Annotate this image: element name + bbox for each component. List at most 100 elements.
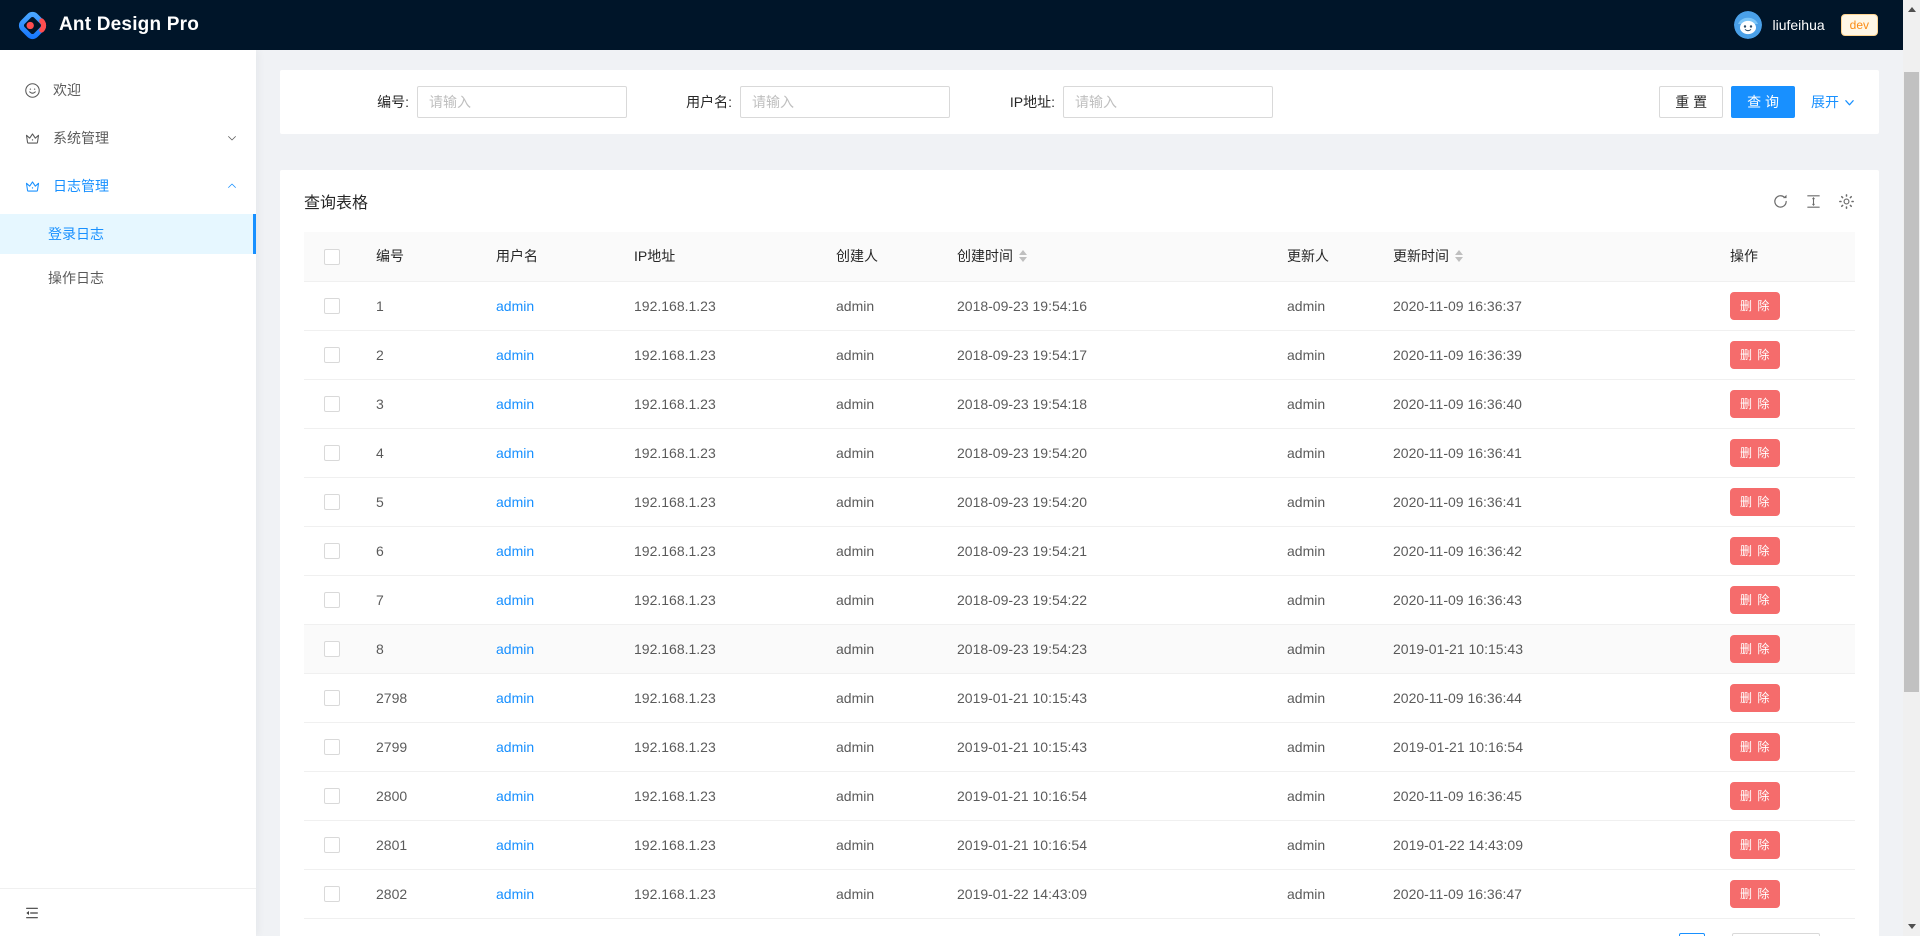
delete-button[interactable]: 删 除 xyxy=(1730,733,1780,761)
row-checkbox[interactable] xyxy=(324,494,340,510)
scrollbar-up-arrow-icon[interactable] xyxy=(1908,7,1916,12)
cell-id: 2 xyxy=(360,330,480,379)
row-checkbox[interactable] xyxy=(324,445,340,461)
username-link[interactable]: admin xyxy=(496,886,534,902)
ip-field-label: IP地址: xyxy=(950,92,1063,112)
cell-ip: 192.168.1.23 xyxy=(618,428,820,477)
cell-updater: admin xyxy=(1271,330,1377,379)
delete-button[interactable]: 删 除 xyxy=(1730,782,1780,810)
cell-id: 3 xyxy=(360,379,480,428)
pagination-page-button[interactable] xyxy=(1679,933,1705,936)
cell-updater: admin xyxy=(1271,869,1377,918)
scrollbar-down-arrow-icon[interactable] xyxy=(1908,924,1916,929)
cell-creator: admin xyxy=(820,673,941,722)
cell-updater: admin xyxy=(1271,575,1377,624)
scrollbar-thumb[interactable] xyxy=(1904,72,1919,692)
cell-updated-time: 2020-11-09 16:36:39 xyxy=(1377,330,1714,379)
row-checkbox[interactable] xyxy=(324,788,340,804)
cell-updated-time: 2020-11-09 16:36:44 xyxy=(1377,673,1714,722)
logo[interactable]: Ant Design Pro xyxy=(16,9,199,42)
cell-updated-time: 2020-11-09 16:36:42 xyxy=(1377,526,1714,575)
column-header-creator: 创建人 xyxy=(820,232,941,281)
sidebar-item-login-log[interactable]: 登录日志 xyxy=(0,214,256,254)
cell-ip: 192.168.1.23 xyxy=(618,771,820,820)
delete-button[interactable]: 删 除 xyxy=(1730,341,1780,369)
cell-updated-time: 2020-11-09 16:36:40 xyxy=(1377,379,1714,428)
delete-button[interactable]: 删 除 xyxy=(1730,880,1780,908)
ip-field[interactable] xyxy=(1063,86,1273,118)
username-link[interactable]: admin xyxy=(496,641,534,657)
cell-updater: admin xyxy=(1271,722,1377,771)
user-avatar[interactable] xyxy=(1734,11,1762,39)
username-link[interactable]: admin xyxy=(496,445,534,461)
username-field[interactable] xyxy=(740,86,950,118)
username-link[interactable]: admin xyxy=(496,298,534,314)
sort-toggle[interactable] xyxy=(1455,250,1463,262)
table-card: 查询表格 xyxy=(280,170,1879,936)
reload-icon[interactable] xyxy=(1772,193,1789,210)
sidebar-item-operation-log[interactable]: 操作日志 xyxy=(0,258,256,298)
density-icon[interactable] xyxy=(1805,193,1822,210)
user-name[interactable]: liufeihua xyxy=(1772,17,1824,33)
delete-button[interactable]: 删 除 xyxy=(1730,586,1780,614)
cell-created-time: 2019-01-21 10:16:54 xyxy=(941,820,1271,869)
username-link[interactable]: admin xyxy=(496,494,534,510)
cell-created-time: 2018-09-23 19:54:23 xyxy=(941,624,1271,673)
delete-button[interactable]: 删 除 xyxy=(1730,488,1780,516)
delete-button[interactable]: 删 除 xyxy=(1730,537,1780,565)
username-link[interactable]: admin xyxy=(496,592,534,608)
query-button[interactable]: 查 询 xyxy=(1731,86,1795,118)
row-checkbox[interactable] xyxy=(324,298,340,314)
row-checkbox[interactable] xyxy=(324,886,340,902)
table-row: 4admin192.168.1.23admin2018-09-23 19:54:… xyxy=(304,428,1855,477)
row-checkbox[interactable] xyxy=(324,641,340,657)
row-checkbox[interactable] xyxy=(324,347,340,363)
username-link[interactable]: admin xyxy=(496,690,534,706)
delete-button[interactable]: 删 除 xyxy=(1730,635,1780,663)
username-link[interactable]: admin xyxy=(496,543,534,559)
delete-button[interactable]: 删 除 xyxy=(1730,292,1780,320)
row-checkbox[interactable] xyxy=(324,739,340,755)
delete-button[interactable]: 删 除 xyxy=(1730,390,1780,418)
cell-updater: admin xyxy=(1271,428,1377,477)
expand-link-label: 展开 xyxy=(1811,92,1839,112)
username-link[interactable]: admin xyxy=(496,739,534,755)
sidebar-item-system-management[interactable]: 系统管理 xyxy=(0,118,256,158)
row-checkbox[interactable] xyxy=(324,690,340,706)
username-link[interactable]: admin xyxy=(496,347,534,363)
username-link[interactable]: admin xyxy=(496,837,534,853)
delete-button[interactable]: 删 除 xyxy=(1730,684,1780,712)
ant-design-logo-icon xyxy=(16,9,49,42)
expand-link[interactable]: 展开 xyxy=(1811,92,1855,112)
username-link[interactable]: admin xyxy=(496,396,534,412)
cell-created-time: 2018-09-23 19:54:16 xyxy=(941,281,1271,330)
reset-button[interactable]: 重 置 xyxy=(1659,86,1723,118)
vertical-scrollbar[interactable] xyxy=(1903,0,1920,936)
sidebar-collapse-trigger[interactable] xyxy=(0,888,256,936)
sort-toggle[interactable] xyxy=(1019,250,1027,262)
cell-creator: admin xyxy=(820,722,941,771)
cell-created-time: 2018-09-23 19:54:21 xyxy=(941,526,1271,575)
cell-creator: admin xyxy=(820,575,941,624)
app-header: Ant Design Pro liufeihua dev xyxy=(0,0,1903,50)
row-checkbox[interactable] xyxy=(324,837,340,853)
sidebar-item-welcome[interactable]: 欢迎 xyxy=(0,70,256,110)
delete-button[interactable]: 删 除 xyxy=(1730,831,1780,859)
id-field[interactable] xyxy=(417,86,627,118)
settings-gear-icon[interactable] xyxy=(1838,193,1855,210)
select-all-checkbox[interactable] xyxy=(324,249,340,265)
app-title: Ant Design Pro xyxy=(59,14,199,36)
sidebar-item-log-management[interactable]: 日志管理 xyxy=(0,166,256,206)
table-body: 1admin192.168.1.23admin2018-09-23 19:54:… xyxy=(304,281,1855,918)
cell-updater: admin xyxy=(1271,526,1377,575)
chevron-down-icon xyxy=(1844,97,1855,108)
column-header-ip: IP地址 xyxy=(618,232,820,281)
pagination-page-size-select[interactable] xyxy=(1732,933,1820,936)
sidebar-item-label: 登录日志 xyxy=(48,224,104,244)
delete-button[interactable]: 删 除 xyxy=(1730,439,1780,467)
form-item-username: 用户名: xyxy=(627,86,950,118)
row-checkbox[interactable] xyxy=(324,592,340,608)
username-link[interactable]: admin xyxy=(496,788,534,804)
row-checkbox[interactable] xyxy=(324,543,340,559)
row-checkbox[interactable] xyxy=(324,396,340,412)
